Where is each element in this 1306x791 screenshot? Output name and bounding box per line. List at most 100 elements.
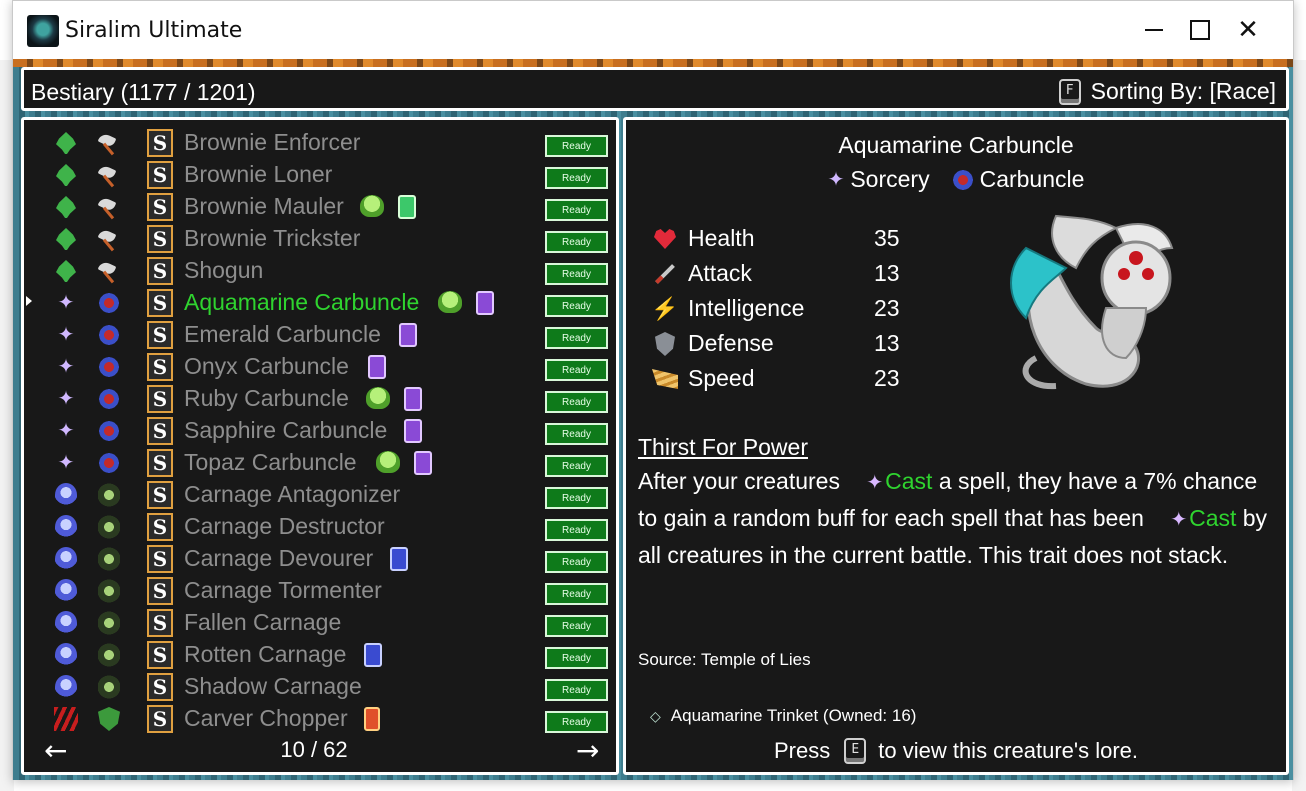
carbuncle-icon (98, 355, 120, 379)
creature-row[interactable]: S Carnage Antagonizer Ready (24, 478, 616, 510)
stat-value: 13 (874, 330, 900, 356)
close-icon: ✕ (1237, 15, 1259, 45)
close-button[interactable]: ✕ (1225, 1, 1271, 59)
creature-row[interactable]: S Carver Chopper Ready (24, 702, 616, 734)
carbuncle-icon (96, 354, 122, 380)
creature-row[interactable]: ✦ S Sapphire Carbuncle Ready (24, 414, 616, 446)
maximize-button[interactable] (1177, 1, 1223, 59)
creature-row-name: Rotten Carnage (184, 641, 347, 667)
ready-badge: Ready (545, 327, 608, 349)
creature-row-badges (364, 643, 382, 667)
skull-icon (53, 514, 79, 540)
spell-gem-icon: S (147, 513, 173, 541)
creature-row-name: Onyx Carbuncle (184, 353, 349, 379)
carnage-icon (96, 546, 122, 572)
stat-row: Health 35 (652, 222, 912, 257)
blob-green-icon (360, 195, 384, 217)
skull-icon (55, 547, 77, 571)
skull-icon (53, 482, 79, 508)
next-page-arrow-icon[interactable]: → (576, 734, 599, 767)
creature-row-name: Brownie Enforcer (184, 129, 361, 155)
claw-icon (53, 706, 79, 732)
sparkle-icon: ✦ (57, 452, 75, 474)
spell-gem-icon: S (147, 609, 173, 637)
creature-row[interactable]: ✦ S Onyx Carbuncle Ready (24, 350, 616, 382)
axe-icon (96, 130, 122, 156)
minimize-button[interactable] (1131, 1, 1177, 59)
game-border-decoration (13, 59, 1293, 67)
leaf-icon (53, 194, 79, 220)
shield-icon (655, 332, 675, 356)
card-purple-icon (476, 291, 494, 315)
axe-icon (97, 164, 121, 186)
creature-row[interactable]: ✦ S Topaz Carbuncle Ready (24, 446, 616, 478)
claw-icon (54, 707, 78, 731)
creature-row-badges (390, 547, 408, 571)
creature-row-name: Brownie Loner (184, 161, 333, 187)
ready-badge: Ready (545, 647, 608, 669)
lore-prompt[interactable]: Press E to view this creature's lore. (626, 738, 1286, 764)
stat-label: Speed (688, 365, 755, 391)
creature-row[interactable]: ✦ S Emerald Carbuncle Ready (24, 318, 616, 350)
creature-row-name: Emerald Carbuncle (184, 321, 381, 347)
creature-row-name: Carnage Destructor (184, 513, 385, 539)
creature-row-badges (404, 419, 422, 443)
leaf-icon (56, 164, 76, 186)
skull-icon (53, 674, 79, 700)
title-bar[interactable]: Siralim Ultimate ✕ (13, 1, 1293, 59)
trinket-icon: ◇ (650, 707, 661, 724)
sword-icon (655, 264, 675, 284)
game-viewport: Bestiary (1177 / 1201) F Sorting By: [Ra… (13, 59, 1293, 780)
carbuncle-icon (98, 323, 120, 347)
leaf-icon (56, 132, 76, 154)
sparkle-icon: ✦ (57, 420, 75, 442)
ready-badge: Ready (545, 615, 608, 637)
carbuncle-icon (96, 290, 122, 316)
carnage-icon (98, 579, 120, 603)
shield-green-icon (98, 707, 120, 731)
creature-row-name: Ruby Carbuncle (184, 385, 349, 411)
creature-row[interactable]: S Carnage Tormenter Ready (24, 574, 616, 606)
creature-row[interactable]: S Brownie Loner Ready (24, 158, 616, 190)
skull-icon (55, 483, 77, 507)
carnage-icon (98, 611, 120, 635)
creature-row[interactable]: S Rotten Carnage Ready (24, 638, 616, 670)
creature-row[interactable]: ✦ S Aquamarine Carbuncle Ready (24, 286, 616, 318)
creature-row[interactable]: S Brownie Enforcer Ready (24, 126, 616, 158)
creature-row-name: Shadow Carnage (184, 673, 362, 699)
creature-row[interactable]: S Brownie Mauler Ready (24, 190, 616, 222)
selection-cursor-icon (26, 296, 32, 306)
sort-control[interactable]: F Sorting By: [Race] (1058, 78, 1276, 105)
cast-keyword: Cast (885, 468, 933, 494)
card-purple-icon (368, 355, 386, 379)
spell-gem-icon: S (147, 225, 173, 253)
carbuncle-icon (96, 418, 122, 444)
stat-value: 13 (874, 260, 900, 286)
lore-press-text: Press (774, 738, 831, 763)
creature-row[interactable]: S Carnage Destructor Ready (24, 510, 616, 542)
creature-row[interactable]: ✦ S Ruby Carbuncle Ready (24, 382, 616, 414)
ready-badge: Ready (545, 583, 608, 605)
sparkle-icon: ✦ (53, 386, 79, 412)
ready-badge: Ready (545, 263, 608, 285)
sparkle-icon: ✦ (57, 324, 75, 346)
spell-gem-icon: S (147, 545, 173, 573)
leaf-icon (53, 226, 79, 252)
creature-row-name: Aquamarine Carbuncle (184, 289, 420, 315)
carbuncle-icon (96, 450, 122, 476)
ready-badge: Ready (545, 679, 608, 701)
creature-row[interactable]: S Fallen Carnage Ready (24, 606, 616, 638)
leaf-icon (53, 162, 79, 188)
creature-row[interactable]: S Shadow Carnage Ready (24, 670, 616, 702)
trinket-label: Aquamarine Trinket (Owned: 16) (670, 706, 917, 725)
creature-row[interactable]: S Carnage Devourer Ready (24, 542, 616, 574)
creature-row[interactable]: S Shogun Ready (24, 254, 616, 286)
spell-gem-icon: S (147, 705, 173, 733)
carnage-icon (96, 578, 122, 604)
creature-row-badges (368, 355, 386, 379)
carnage-icon (96, 482, 122, 508)
creature-row[interactable]: S Brownie Trickster Ready (24, 222, 616, 254)
spell-gem-icon: S (147, 641, 173, 669)
sparkle-icon: ✦ (53, 450, 79, 476)
carnage-icon (98, 483, 120, 507)
